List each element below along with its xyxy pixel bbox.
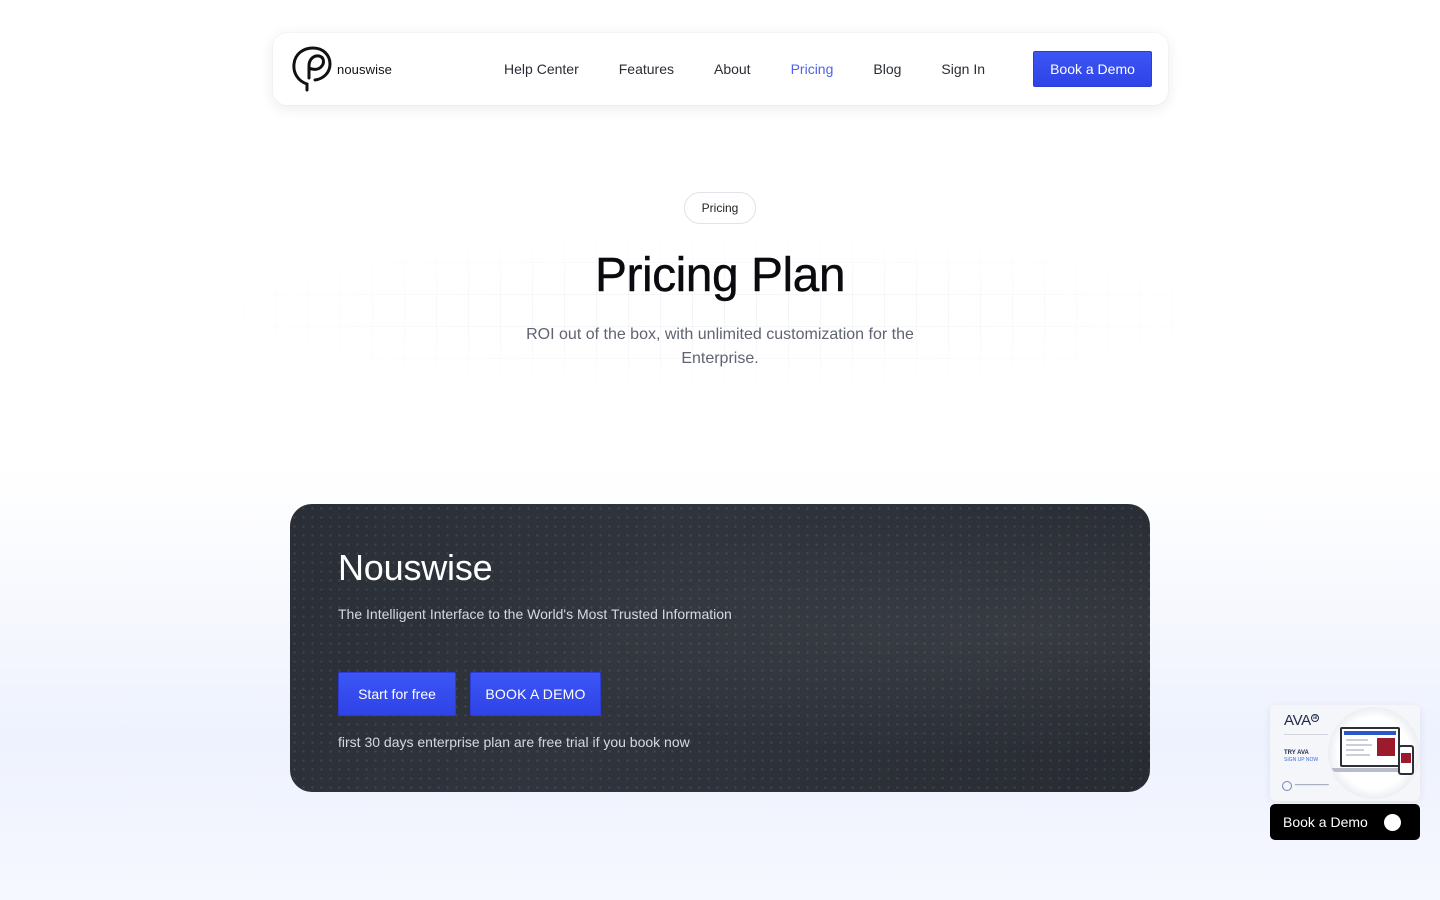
ava-promo-card[interactable]: AVA ai ——————————— TRY AVA SIGN UP NOW ━━… [1270, 705, 1420, 801]
plan-trial-note: first 30 days enterprise plan are free t… [338, 734, 690, 750]
top-navbar: nouswise Help Center Features About Pric… [273, 33, 1168, 105]
pricing-plan-card: Nouswise The Intelligent Interface to th… [290, 504, 1150, 792]
floating-book-demo-label: Book a Demo [1283, 814, 1368, 830]
nav-link-sign-in[interactable]: Sign In [941, 61, 985, 77]
plan-name: Nouswise [338, 547, 493, 588]
promo-tagline-line: ——————————— [1284, 731, 1328, 736]
laptop-icon [1340, 727, 1400, 767]
head-profile-icon [292, 46, 332, 92]
promo-logo-text-line: ━━━━━━━━━━━━━━━━ [1295, 783, 1329, 787]
section-badge: Pricing [684, 192, 756, 224]
nav-link-features[interactable]: Features [619, 61, 674, 77]
promo-try-label: TRY AVA [1284, 750, 1309, 756]
book-a-demo-card-button[interactable]: BOOK A DEMO [470, 672, 601, 716]
circle-dot-icon [1384, 813, 1401, 831]
page-title: Pricing Plan [594, 249, 846, 302]
brand-name: nouswise [337, 61, 392, 77]
book-demo-button[interactable]: Book a Demo [1033, 51, 1152, 87]
nav-link-pricing[interactable]: Pricing [791, 61, 834, 77]
phone-icon [1398, 745, 1414, 775]
promo-globe-icon [1282, 781, 1292, 791]
nav-link-blog[interactable]: Blog [873, 61, 901, 77]
nav-link-help-center[interactable]: Help Center [504, 61, 579, 77]
main-nav: Help Center Features About Pricing Blog … [504, 61, 1033, 77]
promo-signup-label: SIGN UP NOW [1284, 757, 1319, 763]
start-for-free-button[interactable]: Start for free [338, 672, 456, 716]
floating-book-demo-button[interactable]: Book a Demo [1270, 804, 1420, 840]
plan-description: The Intelligent Interface to the World's… [338, 606, 732, 622]
laptop-base [1332, 768, 1408, 772]
page-subtitle: ROI out of the box, with unlimited custo… [526, 326, 914, 367]
nav-link-about[interactable]: About [714, 61, 751, 77]
promo-title: AVA ai [1284, 712, 1319, 729]
brand-logo-link[interactable]: nouswise [292, 46, 392, 92]
